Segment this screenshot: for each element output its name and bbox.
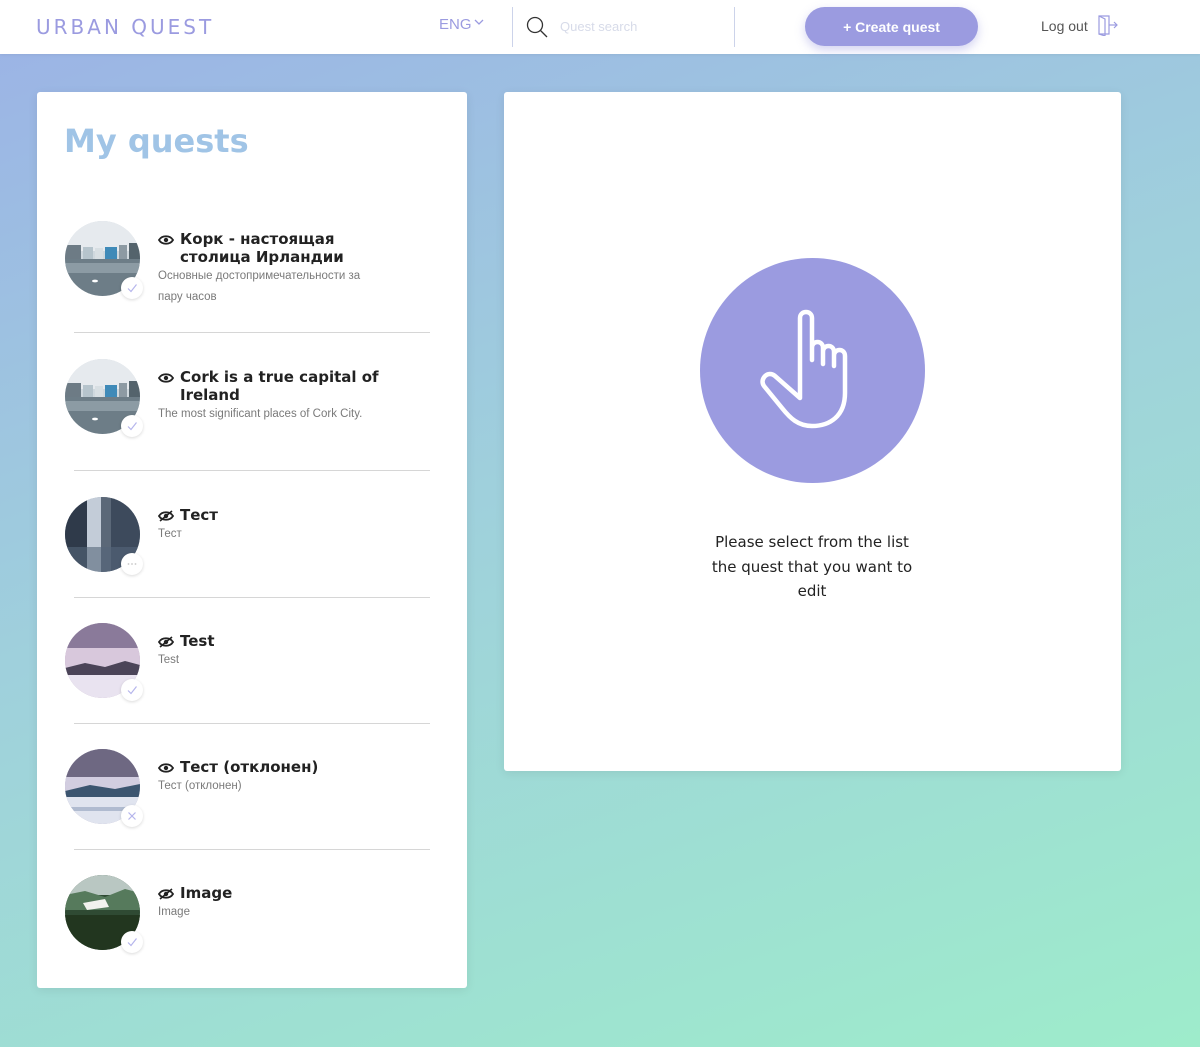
quest-editor-panel: Please select from the list the quest th…	[504, 92, 1121, 771]
status-badge	[121, 679, 143, 701]
select-illustration	[700, 258, 925, 483]
logout-icon	[1098, 15, 1118, 36]
list-divider	[74, 597, 430, 598]
eye-hidden-icon	[158, 636, 174, 648]
eye-hidden-icon	[158, 888, 174, 900]
list-divider	[74, 470, 430, 471]
search-icon[interactable]	[525, 15, 549, 39]
language-label: ENG	[439, 16, 472, 33]
search-input[interactable]	[560, 14, 720, 38]
logout-label: Log out	[1041, 18, 1088, 34]
quest-subtitle: Image	[158, 906, 190, 918]
close-icon	[128, 812, 136, 820]
quest-subtitle: Тест	[158, 528, 182, 540]
eye-icon	[158, 373, 174, 383]
eye-icon	[158, 235, 174, 245]
status-badge	[121, 805, 143, 827]
language-selector[interactable]: ENG	[439, 16, 484, 33]
status-badge	[121, 931, 143, 953]
check-icon	[127, 284, 137, 293]
more-icon	[127, 563, 137, 565]
quest-title: Корк - настоящая столица Ирландии	[180, 230, 344, 266]
select-quest-message: Please select from the list the quest th…	[711, 533, 913, 600]
logout-button[interactable]: Log out	[1041, 15, 1118, 36]
panel-title: My quests	[64, 122, 249, 160]
pointer-hand-icon	[760, 309, 848, 429]
quest-subtitle: Тест (отклонен)	[158, 780, 242, 792]
quest-title: Тест	[180, 506, 218, 524]
quest-subtitle: Основные достопримечательности за пару ч…	[158, 270, 361, 303]
list-divider	[74, 332, 430, 333]
check-icon	[127, 938, 137, 947]
top-header: URBAN QUEST ENG + Create quest Log out	[0, 0, 1200, 54]
list-divider	[74, 723, 430, 724]
quest-subtitle: Test	[158, 654, 180, 666]
check-icon	[127, 686, 137, 695]
check-icon	[127, 422, 137, 431]
list-divider	[74, 849, 430, 850]
create-quest-button[interactable]: + Create quest	[805, 7, 978, 46]
status-badge	[121, 277, 143, 299]
app-logo[interactable]: URBAN QUEST	[36, 15, 214, 39]
quest-subtitle: The most significant places of Cork City…	[158, 408, 363, 420]
quest-title: Cork is a true capital of Ireland	[180, 368, 379, 404]
eye-hidden-icon	[158, 510, 174, 522]
quest-title: Image	[180, 884, 233, 902]
chevron-down-icon	[474, 19, 483, 25]
header-divider	[734, 7, 735, 47]
my-quests-panel: My quests Корк - настоящая столица Ирлан…	[37, 92, 467, 988]
header-divider	[512, 7, 513, 47]
eye-icon	[158, 763, 174, 773]
quest-title: Тест (отклонен)	[180, 758, 319, 776]
quest-title: Test	[180, 632, 215, 650]
status-badge	[121, 415, 143, 437]
status-badge	[121, 553, 143, 575]
